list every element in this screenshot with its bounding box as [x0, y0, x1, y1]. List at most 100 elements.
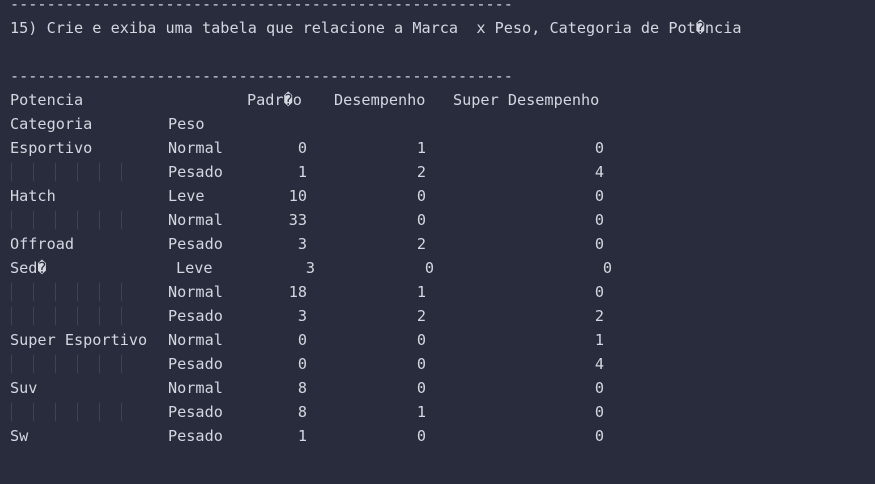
row-peso: Pesado: [168, 163, 223, 181]
row-padrao-value: 1: [297, 163, 307, 181]
row-desempenho-value: 0: [416, 379, 426, 397]
indent-guide: [55, 355, 56, 373]
rule-top: ----------------------------------------…: [10, 0, 513, 13]
header-potencia: Potencia: [10, 91, 84, 109]
row-peso: Normal: [168, 283, 223, 301]
row-super-value: 0: [602, 259, 612, 277]
indent-guide: [55, 283, 56, 301]
indent-guide: [77, 163, 78, 181]
row-peso: Leve: [176, 259, 213, 277]
indent-guide: [33, 163, 34, 181]
header-categoria: Categoria: [10, 115, 93, 133]
row-super-value: 2: [594, 307, 604, 325]
indent-guide: [33, 283, 34, 301]
row-super-value: 0: [594, 211, 604, 229]
row-padrao-value: 10: [288, 187, 307, 205]
question-text: 15) Crie e exiba uma tabela que relacion…: [10, 19, 742, 37]
row-desempenho-value: 2: [416, 235, 426, 253]
header-peso: Peso: [168, 115, 205, 133]
row-super-value: 0: [594, 403, 604, 421]
row-desempenho-value: 0: [416, 427, 426, 445]
row-peso: Normal: [168, 331, 223, 349]
indent-guide: [99, 163, 100, 181]
row-desempenho-value: 2: [416, 163, 426, 181]
row-peso: Pesado: [168, 403, 223, 421]
indent-guide: [99, 283, 100, 301]
row-desempenho-value: 1: [416, 139, 426, 157]
indent-guide: [77, 211, 78, 229]
row-padrao-value: 18: [288, 283, 307, 301]
row-peso: Pesado: [168, 307, 223, 325]
row-padrao-value: 0: [297, 355, 307, 373]
row-peso: Normal: [168, 211, 223, 229]
indent-guide: [33, 211, 34, 229]
row-super-value: 0: [594, 379, 604, 397]
row-categoria: Hatch: [10, 187, 56, 205]
indent-guide: [55, 211, 56, 229]
indent-guide: [99, 403, 100, 421]
indent-guide: [77, 403, 78, 421]
row-peso: Normal: [168, 379, 223, 397]
indent-guide: [121, 307, 122, 325]
indent-guide: [77, 307, 78, 325]
row-desempenho-value: 2: [416, 307, 426, 325]
row-padrao-value: 1: [297, 427, 307, 445]
row-peso: Pesado: [168, 427, 223, 445]
header-super-desempenho: Super Desempenho: [453, 91, 600, 109]
row-desempenho-value: 1: [416, 283, 426, 301]
indent-guide: [121, 163, 122, 181]
row-padrao-value: 3: [297, 235, 307, 253]
row-desempenho-value: 1: [416, 403, 426, 421]
indent-guide: [55, 403, 56, 421]
row-categoria: Super Esportivo: [10, 331, 148, 349]
row-categoria: Sw: [10, 427, 29, 445]
row-super-value: 0: [594, 187, 604, 205]
indent-guide: [77, 283, 78, 301]
indent-guide: [33, 403, 34, 421]
rule-bottom: ----------------------------------------…: [10, 67, 513, 85]
indent-guide: [121, 211, 122, 229]
row-padrao-value: 0: [297, 139, 307, 157]
row-peso: Leve: [168, 187, 205, 205]
row-padrao-value: 3: [305, 259, 315, 277]
indent-guide: [33, 307, 34, 325]
row-super-value: 4: [594, 355, 604, 373]
row-desempenho-value: 0: [424, 259, 434, 277]
indent-guide: [11, 403, 12, 421]
row-peso: Pesado: [168, 235, 223, 253]
indent-guide: [121, 283, 122, 301]
indent-guide: [11, 211, 12, 229]
row-desempenho-value: 0: [416, 211, 426, 229]
row-desempenho-value: 0: [416, 187, 426, 205]
indent-guide: [99, 355, 100, 373]
row-super-value: 0: [594, 427, 604, 445]
indent-guide: [11, 355, 12, 373]
row-padrao-value: 8: [297, 379, 307, 397]
row-categoria: Sed�: [10, 259, 47, 277]
indent-guide: [55, 163, 56, 181]
row-super-value: 0: [594, 283, 604, 301]
indent-guide: [33, 355, 34, 373]
row-padrao-value: 0: [297, 331, 307, 349]
row-categoria: Esportivo: [10, 139, 93, 157]
row-categoria: Offroad: [10, 235, 75, 253]
header-desempenho: Desempenho: [334, 91, 426, 109]
row-super-value: 0: [594, 139, 604, 157]
header-padrao: Padr�o: [247, 91, 302, 109]
row-padrao-value: 3: [297, 307, 307, 325]
indent-guide: [11, 283, 12, 301]
row-super-value: 1: [594, 331, 604, 349]
row-desempenho-value: 0: [416, 355, 426, 373]
indent-guide: [121, 355, 122, 373]
indent-guide: [99, 307, 100, 325]
indent-guide: [11, 163, 12, 181]
indent-guide: [77, 355, 78, 373]
row-padrao-value: 8: [297, 403, 307, 421]
indent-guide: [121, 403, 122, 421]
row-padrao-value: 33: [288, 211, 307, 229]
row-categoria: Suv: [10, 379, 38, 397]
row-peso: Normal: [168, 139, 223, 157]
row-super-value: 0: [594, 235, 604, 253]
indent-guide: [55, 307, 56, 325]
row-desempenho-value: 0: [416, 331, 426, 349]
